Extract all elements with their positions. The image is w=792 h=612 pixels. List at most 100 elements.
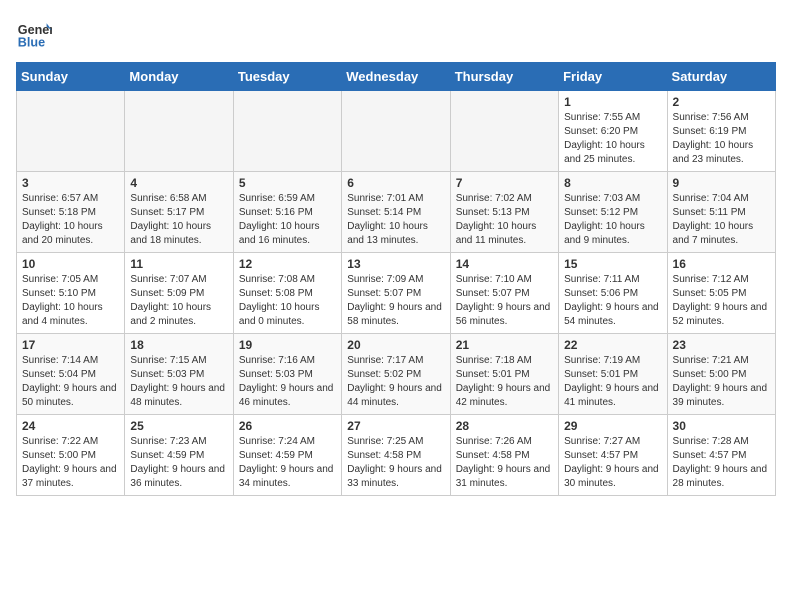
day-number: 24 [22,419,119,433]
day-number: 29 [564,419,661,433]
calendar-day-cell: 18 Sunrise: 7:15 AM Sunset: 5:03 PM Dayli… [125,334,233,415]
logo-icon: General Blue [16,16,52,52]
calendar-day-cell: 15 Sunrise: 7:11 AM Sunset: 5:06 PM Dayli… [559,253,667,334]
day-info: Sunrise: 7:04 AM Sunset: 5:11 PM Dayligh… [673,192,770,248]
day-info: Sunrise: 7:01 AM Sunset: 5:14 PM Dayligh… [347,192,444,248]
day-info: Sunrise: 7:14 AM Sunset: 5:04 PM Dayligh… [22,354,119,410]
calendar-day-cell: 22 Sunrise: 7:19 AM Sunset: 5:01 PM Dayli… [559,334,667,415]
calendar-week-row: 3 Sunrise: 6:57 AM Sunset: 5:18 PM Daylig… [17,172,776,253]
calendar-day-cell: 30 Sunrise: 7:28 AM Sunset: 4:57 PM Dayli… [667,415,775,496]
day-info: Sunrise: 7:11 AM Sunset: 5:06 PM Dayligh… [564,273,661,329]
calendar-day-cell: 14 Sunrise: 7:10 AM Sunset: 5:07 PM Dayli… [450,253,558,334]
calendar-day-cell: 7 Sunrise: 7:02 AM Sunset: 5:13 PM Daylig… [450,172,558,253]
day-info: Sunrise: 7:05 AM Sunset: 5:10 PM Dayligh… [22,273,119,329]
day-info: Sunrise: 7:21 AM Sunset: 5:00 PM Dayligh… [673,354,770,410]
day-info: Sunrise: 7:17 AM Sunset: 5:02 PM Dayligh… [347,354,444,410]
day-number: 9 [673,176,770,190]
calendar-week-row: 17Sunrise: 7:14 AM Sunset: 5:04 PM Dayli… [17,334,776,415]
calendar-day-cell: 3 Sunrise: 6:57 AM Sunset: 5:18 PM Daylig… [17,172,125,253]
day-number: 3 [22,176,119,190]
calendar-day-cell: 5 Sunrise: 6:59 AM Sunset: 5:16 PM Daylig… [233,172,341,253]
weekday-header: Sunday [17,63,125,91]
day-number: 19 [239,338,336,352]
calendar-day-cell: 29 Sunrise: 7:27 AM Sunset: 4:57 PM Dayli… [559,415,667,496]
day-info: Sunrise: 7:02 AM Sunset: 5:13 PM Dayligh… [456,192,553,248]
day-number: 10 [22,257,119,271]
day-number: 1 [564,95,661,109]
day-info: Sunrise: 7:27 AM Sunset: 4:57 PM Dayligh… [564,435,661,491]
calendar-week-row: 24 Sunrise: 7:22 AM Sunset: 5:00 PM Dayli… [17,415,776,496]
day-info: Sunrise: 7:23 AM Sunset: 4:59 PM Dayligh… [130,435,227,491]
day-info: Sunrise: 7:22 AM Sunset: 5:00 PM Dayligh… [22,435,119,491]
day-info: Sunrise: 7:08 AM Sunset: 5:08 PM Dayligh… [239,273,336,329]
weekday-header: Monday [125,63,233,91]
calendar-day-cell [450,91,558,172]
day-info: Sunrise: 6:59 AM Sunset: 5:16 PM Dayligh… [239,192,336,248]
day-number: 26 [239,419,336,433]
day-number: 18 [130,338,227,352]
day-info: Sunrise: 7:25 AM Sunset: 4:58 PM Dayligh… [347,435,444,491]
calendar-day-cell: 23 Sunrise: 7:21 AM Sunset: 5:00 PM Dayli… [667,334,775,415]
day-number: 20 [347,338,444,352]
day-number: 5 [239,176,336,190]
weekday-header: Wednesday [342,63,450,91]
day-number: 8 [564,176,661,190]
day-number: 11 [130,257,227,271]
day-number: 12 [239,257,336,271]
day-number: 14 [456,257,553,271]
calendar-day-cell: 16 Sunrise: 7:12 AM Sunset: 5:05 PM Dayli… [667,253,775,334]
calendar-day-cell: 19 Sunrise: 7:16 AM Sunset: 5:03 PM Dayli… [233,334,341,415]
day-info: Sunrise: 7:56 AM Sunset: 6:19 PM Dayligh… [673,111,770,167]
day-number: 23 [673,338,770,352]
calendar-day-cell: 1 Sunrise: 7:55 AM Sunset: 6:20 PM Daylig… [559,91,667,172]
calendar-week-row: 10 Sunrise: 7:05 AM Sunset: 5:10 PM Dayli… [17,253,776,334]
day-info: Sunrise: 7:07 AM Sunset: 5:09 PM Dayligh… [130,273,227,329]
weekday-header: Saturday [667,63,775,91]
day-info: Sunrise: 7:26 AM Sunset: 4:58 PM Dayligh… [456,435,553,491]
calendar-body: 1 Sunrise: 7:55 AM Sunset: 6:20 PM Daylig… [17,91,776,496]
day-info: Sunrise: 7:12 AM Sunset: 5:05 PM Dayligh… [673,273,770,329]
day-info: Sunrise: 7:55 AM Sunset: 6:20 PM Dayligh… [564,111,661,167]
day-info: Sunrise: 6:57 AM Sunset: 5:18 PM Dayligh… [22,192,119,248]
calendar-day-cell: 20 Sunrise: 7:17 AM Sunset: 5:02 PM Dayli… [342,334,450,415]
day-number: 13 [347,257,444,271]
svg-text:Blue: Blue [18,36,45,50]
weekday-header: Friday [559,63,667,91]
calendar-day-cell: 2Sunrise: 7:56 AM Sunset: 6:19 PM Daylig… [667,91,775,172]
day-number: 16 [673,257,770,271]
calendar-day-cell: 12 Sunrise: 7:08 AM Sunset: 5:08 PM Dayli… [233,253,341,334]
calendar-day-cell [17,91,125,172]
calendar-day-cell: 26Sunrise: 7:24 AM Sunset: 4:59 PM Dayli… [233,415,341,496]
day-info: Sunrise: 7:09 AM Sunset: 5:07 PM Dayligh… [347,273,444,329]
day-info: Sunrise: 7:15 AM Sunset: 5:03 PM Dayligh… [130,354,227,410]
day-number: 22 [564,338,661,352]
day-info: Sunrise: 7:19 AM Sunset: 5:01 PM Dayligh… [564,354,661,410]
day-info: Sunrise: 7:28 AM Sunset: 4:57 PM Dayligh… [673,435,770,491]
weekday-header: Thursday [450,63,558,91]
weekday-header: Tuesday [233,63,341,91]
day-info: Sunrise: 7:16 AM Sunset: 5:03 PM Dayligh… [239,354,336,410]
calendar-day-cell: 13 Sunrise: 7:09 AM Sunset: 5:07 PM Dayli… [342,253,450,334]
day-info: Sunrise: 6:58 AM Sunset: 5:17 PM Dayligh… [130,192,227,248]
day-info: Sunrise: 7:03 AM Sunset: 5:12 PM Dayligh… [564,192,661,248]
day-number: 15 [564,257,661,271]
day-info: Sunrise: 7:18 AM Sunset: 5:01 PM Dayligh… [456,354,553,410]
day-number: 27 [347,419,444,433]
calendar-day-cell: 6 Sunrise: 7:01 AM Sunset: 5:14 PM Daylig… [342,172,450,253]
day-number: 6 [347,176,444,190]
day-number: 30 [673,419,770,433]
calendar-day-cell: 17Sunrise: 7:14 AM Sunset: 5:04 PM Dayli… [17,334,125,415]
calendar-day-cell [233,91,341,172]
calendar-day-cell: 28 Sunrise: 7:26 AM Sunset: 4:58 PM Dayli… [450,415,558,496]
calendar-day-cell: 8 Sunrise: 7:03 AM Sunset: 5:12 PM Daylig… [559,172,667,253]
calendar-day-cell: 10 Sunrise: 7:05 AM Sunset: 5:10 PM Dayli… [17,253,125,334]
day-number: 7 [456,176,553,190]
day-number: 21 [456,338,553,352]
day-number: 4 [130,176,227,190]
calendar-day-cell [125,91,233,172]
calendar-day-cell: 24 Sunrise: 7:22 AM Sunset: 5:00 PM Dayli… [17,415,125,496]
calendar-day-cell: 4 Sunrise: 6:58 AM Sunset: 5:17 PM Daylig… [125,172,233,253]
day-number: 28 [456,419,553,433]
day-info: Sunrise: 7:10 AM Sunset: 5:07 PM Dayligh… [456,273,553,329]
calendar-day-cell: 25Sunrise: 7:23 AM Sunset: 4:59 PM Dayli… [125,415,233,496]
